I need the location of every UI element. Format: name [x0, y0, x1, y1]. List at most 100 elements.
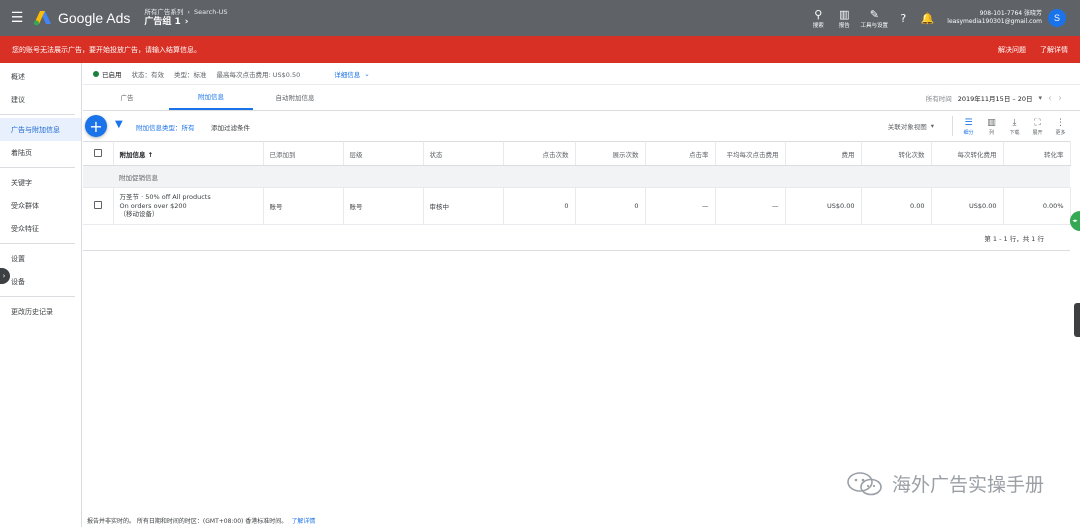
column-header-label: 附加信息	[119, 150, 146, 159]
notifications-bell-icon[interactable]: 🔔	[915, 12, 939, 25]
wechat-icon	[847, 471, 882, 495]
row-checkbox-cell[interactable]	[83, 187, 114, 225]
google-ads-logo[interactable]: Google Ads	[34, 10, 130, 26]
column-header-impressions[interactable]: 展示次数	[575, 141, 646, 166]
extension-cell[interactable]: 万圣节 · 50% off All products On orders ove…	[113, 187, 264, 225]
sidebar-item-recommendations[interactable]: 建议	[0, 88, 81, 111]
alert-message: 您的账号无法展示广告，要开始投放广告，请输入结算信息。	[12, 45, 201, 54]
sidebar-item-landing-pages[interactable]: 着陆页	[0, 141, 81, 164]
menu-icon[interactable]: ☰	[0, 0, 34, 36]
tab-ads[interactable]: 广告	[85, 84, 169, 110]
search-icon: ⚲	[814, 7, 823, 21]
google-ads-logo-icon	[34, 11, 51, 26]
enabled-status[interactable]: 已启用	[93, 69, 122, 79]
segment-button[interactable]: ☰ 细分	[957, 117, 980, 136]
sidebar-item-settings[interactable]: 设置	[0, 247, 81, 270]
previous-period-icon[interactable]: ‹	[1048, 93, 1052, 104]
breadcrumb-campaign[interactable]: Search-US	[194, 8, 228, 16]
view-select[interactable]: 关联对象视图 ▾	[888, 121, 934, 131]
tools-settings-button[interactable]: ✎ 工具与设置	[857, 8, 891, 29]
watermark: 海外广告实操手册	[846, 470, 1044, 497]
account-id: 908-101-7764 张晓芳	[979, 10, 1042, 18]
added-to-cell: 账号	[263, 187, 344, 225]
segment-icon: ☰	[964, 117, 973, 128]
column-header-clicks[interactable]: 点击次数	[503, 141, 576, 166]
tools-settings-label: 工具与设置	[860, 22, 889, 29]
column-header-level[interactable]: 层级	[343, 141, 424, 166]
cost-per-conv-cell: US$0.00	[931, 187, 1004, 225]
column-header-extension[interactable]: 附加信息 ↑	[113, 141, 264, 166]
app-name: Google Ads	[58, 10, 131, 26]
feedback-handle-icon[interactable]: ◂▸	[1070, 211, 1080, 231]
column-header-conversions[interactable]: 转化次数	[861, 141, 932, 166]
column-header-avg-cpc[interactable]: 平均每次点击费用	[715, 141, 786, 166]
column-header-status[interactable]: 状态	[423, 141, 504, 166]
add-filter-link[interactable]: 添加过滤条件	[211, 122, 250, 132]
select-all-checkbox[interactable]	[93, 148, 102, 157]
sidebar-item-devices[interactable]: 设备	[0, 270, 81, 293]
more-button[interactable]: ⋮ 更多	[1049, 117, 1072, 136]
download-label: 下载	[1009, 129, 1020, 136]
date-range-label: 所有时间	[925, 95, 952, 103]
footer-note: 报告并非实时的。 所有日期和时间的时区：(GMT+08:00) 香港标准时间。 …	[87, 516, 315, 525]
cost-cell: US$0.00	[785, 187, 862, 225]
sidebar-item-keywords[interactable]: 关键字	[0, 171, 81, 194]
learn-more-link[interactable]: 了解详情	[1040, 45, 1068, 55]
details-link[interactable]: 详细信息 ⌄	[334, 69, 369, 79]
add-extension-button[interactable]: +	[85, 115, 107, 137]
scroll-handle[interactable]	[1074, 303, 1080, 337]
avatar[interactable]: S	[1048, 9, 1066, 27]
status-cell: 审核中	[423, 187, 504, 225]
footer-learn-more-link[interactable]: 了解详情	[291, 516, 315, 525]
clicks-cell: 0	[503, 187, 576, 225]
chevron-right-icon[interactable]: ›	[185, 17, 189, 27]
download-button[interactable]: ⤓ 下载	[1003, 117, 1026, 136]
breadcrumb-campaigns[interactable]: 所有广告系列	[144, 8, 183, 16]
tab-automated-extensions[interactable]: 自动附加信息	[253, 84, 337, 110]
column-header-added-to[interactable]: 已添加到	[263, 141, 344, 166]
date-range-picker[interactable]: 所有时间 2019年11月15日 – 20日 ▾ ‹ ›	[926, 85, 1062, 111]
column-header-ctr[interactable]: 点击率	[645, 141, 716, 166]
level-cell: 账号	[343, 187, 424, 225]
reports-button[interactable]: ▥ 报告	[831, 8, 857, 29]
reports-icon: ▥	[839, 7, 850, 21]
table-row[interactable]: 万圣节 · 50% off All products On orders ove…	[83, 187, 1071, 225]
help-icon[interactable]: ?	[891, 12, 915, 25]
ad-group-status-bar: 已启用 状态：有效 类型：标准 最高每次点击费用: US$0.50 详细信息 ⌄	[83, 63, 1080, 85]
fix-issue-link[interactable]: 解决问题	[998, 45, 1026, 55]
next-period-icon[interactable]: ›	[1058, 93, 1062, 104]
filter-icon[interactable]: ▼	[115, 119, 123, 130]
extension-type-filter[interactable]: 附加信息类型：所有	[136, 122, 195, 132]
group-spacer	[83, 165, 113, 188]
select-all-header[interactable]	[83, 141, 114, 166]
top-bar: ☰ Google Ads 所有广告系列 › Search-US 广告组 1 › …	[0, 0, 1080, 36]
account-email: leasymedia190301@gmail.com	[947, 18, 1042, 25]
column-header-cost[interactable]: 费用	[785, 141, 862, 166]
table-toolbar: + ▼ 附加信息类型：所有 添加过滤条件 关联对象视图 ▾ ☰ 细分 ▥ 列 ⤓…	[83, 111, 1080, 141]
column-header-conv-rate[interactable]: 转化率	[1003, 141, 1071, 166]
extension-line-3: （移动设备）	[119, 210, 159, 219]
sidebar-item-audiences[interactable]: 受众群体	[0, 194, 81, 217]
column-header-cost-per-conv[interactable]: 每次转化费用	[931, 141, 1004, 166]
extensions-table: 附加信息 ↑ 已添加到 层级 状态 点击次数 展示次数 点击率 平均每次点击费用…	[83, 141, 1071, 225]
sidebar-divider	[0, 296, 75, 297]
expand-button[interactable]: ⛶ 展开	[1026, 117, 1049, 136]
columns-button[interactable]: ▥ 列	[980, 117, 1003, 136]
account-info[interactable]: 908-101-7764 张晓芳 leasymedia190301@gmail.…	[947, 10, 1042, 26]
sidebar-item-overview[interactable]: 概述	[0, 65, 81, 88]
sidebar-item-change-history[interactable]: 更改历史记录	[0, 300, 81, 323]
columns-icon: ▥	[987, 117, 996, 128]
search-button[interactable]: ⚲ 搜索	[805, 8, 831, 29]
search-label: 搜索	[812, 22, 824, 29]
columns-label: 列	[988, 129, 994, 136]
dropdown-arrow-icon[interactable]: ▾	[1038, 94, 1042, 102]
sidebar-item-ads-extensions[interactable]: 广告与附加信息	[0, 118, 81, 141]
expand-icon: ⛶	[1034, 117, 1041, 128]
sidebar-item-demographics[interactable]: 受众特征	[0, 217, 81, 240]
toolbar-divider	[952, 116, 953, 136]
breadcrumb: 所有广告系列 › Search-US 广告组 1 ›	[144, 8, 228, 27]
group-row: 附加促销信息	[83, 165, 1070, 188]
tab-extensions[interactable]: 附加信息	[169, 84, 253, 110]
row-checkbox[interactable]	[93, 201, 102, 209]
status-text: 状态：有效	[131, 70, 165, 79]
